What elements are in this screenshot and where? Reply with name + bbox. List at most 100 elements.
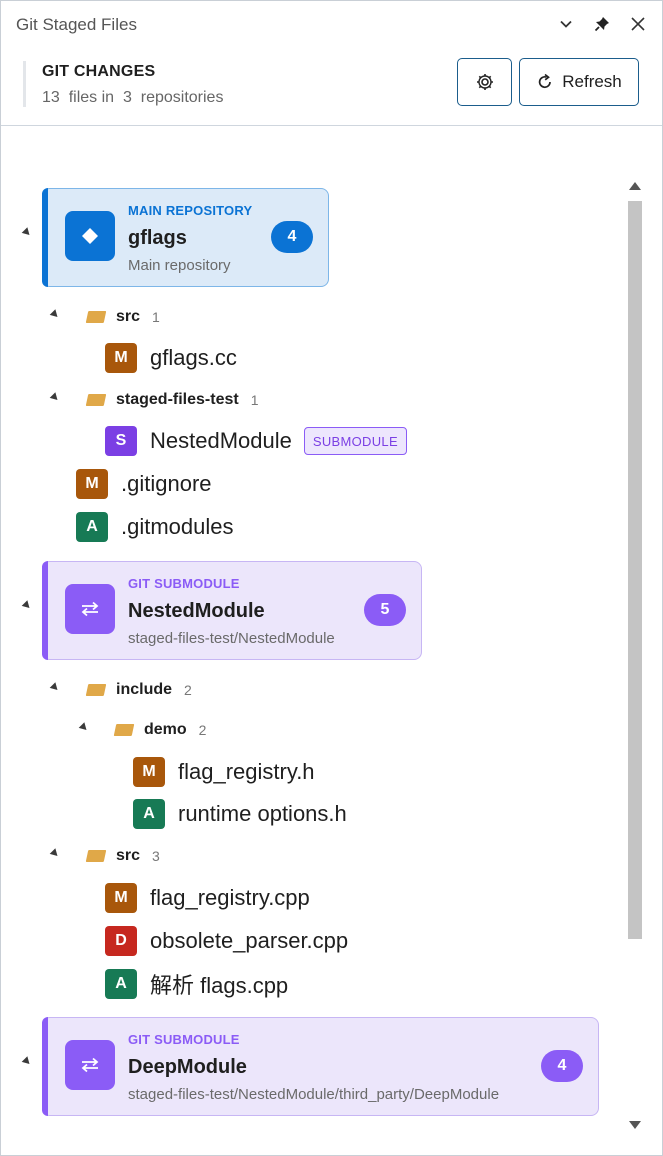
file-row-nestedmodule[interactable]: S NestedModule SUBMODULE	[105, 425, 407, 457]
refresh-icon	[539, 73, 552, 89]
diamond-icon	[82, 228, 98, 244]
refresh-button[interactable]: Refresh	[519, 58, 639, 106]
gear-icon	[476, 74, 493, 90]
scroll-up-arrow-icon[interactable]	[629, 182, 641, 190]
file-row-gitmodules[interactable]: A .gitmodules	[76, 511, 234, 543]
repos-label: repositories	[140, 89, 224, 106]
folder-src-2[interactable]: src 3	[85, 844, 160, 868]
vertical-scrollbar[interactable]	[622, 175, 650, 1141]
pin-button[interactable]	[591, 13, 613, 35]
file-row-parse-flags-cpp[interactable]: A 解析 flags.cpp	[105, 968, 288, 1000]
title-bar: Git Staged Files	[1, 1, 662, 49]
expand-caret-src-2[interactable]	[49, 848, 61, 859]
folder-demo[interactable]: demo 2	[113, 718, 207, 742]
files-label: files in	[68, 89, 115, 106]
repo-accent-bar	[42, 1017, 48, 1116]
status-badge: M	[133, 757, 165, 787]
status-badge: S	[105, 426, 137, 456]
repo-card-nestedmodule[interactable]: GIT SUBMODULE NestedModule staged-files-…	[42, 561, 422, 660]
folder-icon	[113, 724, 135, 736]
expand-caret-staged-files-test[interactable]	[49, 392, 61, 403]
repo-path: staged-files-test/NestedModule	[128, 630, 335, 647]
repo-count: 3	[122, 89, 132, 106]
folder-src[interactable]: src 1	[85, 305, 160, 329]
collapse-button[interactable]	[555, 13, 577, 35]
repo-path: staged-files-test/NestedModule/third_par…	[128, 1086, 500, 1103]
folder-icon	[85, 850, 107, 862]
status-badge: M	[105, 343, 137, 373]
expand-caret-include[interactable]	[49, 682, 61, 693]
file-name: .gitignore	[121, 471, 212, 496]
header-title: GIT CHANGES	[42, 63, 156, 80]
header-summary: 13 files in 3 repositories	[42, 89, 223, 107]
file-name: NestedModule	[150, 428, 292, 453]
status-badge: M	[105, 883, 137, 913]
folder-name: staged-files-test	[116, 391, 239, 408]
file-name: 解析 flags.cpp	[150, 973, 289, 998]
folder-name: include	[116, 681, 173, 698]
repo-name: NestedModule	[128, 600, 265, 622]
submodule-tag: SUBMODULE	[303, 427, 407, 455]
folder-icon	[85, 684, 107, 696]
settings-button[interactable]	[457, 58, 512, 106]
file-name: flag_registry.cpp	[150, 885, 310, 910]
folder-staged-files-test[interactable]: staged-files-test 1	[85, 388, 259, 412]
repo-accent-bar	[42, 188, 48, 287]
staged-files-tree: MAIN REPOSITORY gflags Main repository 4…	[1, 126, 621, 1155]
folder-count: 2	[184, 682, 192, 698]
file-row-gflags-cc[interactable]: M gflags.cc	[105, 342, 237, 374]
close-icon	[631, 17, 645, 31]
repo-icon	[65, 1040, 115, 1090]
status-badge: D	[105, 926, 137, 956]
file-row-gitignore[interactable]: M .gitignore	[76, 468, 212, 500]
expand-caret-deepmodule[interactable]	[21, 1056, 33, 1067]
repo-card-gflags[interactable]: MAIN REPOSITORY gflags Main repository 4	[42, 188, 329, 287]
folder-icon	[85, 311, 107, 323]
repo-kind: GIT SUBMODULE	[128, 576, 240, 591]
repo-icon	[65, 211, 115, 261]
file-name: .gitmodules	[121, 514, 234, 539]
repo-kind: GIT SUBMODULE	[128, 1032, 240, 1047]
folder-count: 1	[152, 309, 160, 325]
repo-card-deepmodule[interactable]: GIT SUBMODULE DeepModule staged-files-te…	[42, 1017, 599, 1116]
status-badge: A	[76, 512, 108, 542]
swap-arrows-icon	[81, 1057, 99, 1073]
pin-icon	[594, 17, 609, 32]
file-row-runtime-options-h[interactable]: A runtime options.h	[133, 798, 347, 830]
change-count-badge: 4	[541, 1050, 583, 1082]
header-accent	[23, 61, 26, 107]
change-count-badge: 4	[271, 221, 313, 253]
file-name: flag_registry.h	[178, 759, 315, 784]
file-count: 13	[42, 89, 60, 106]
close-button[interactable]	[627, 13, 649, 35]
folder-count: 2	[198, 722, 207, 738]
expand-caret-nestedmodule[interactable]	[21, 600, 33, 611]
status-badge: M	[76, 469, 108, 499]
file-name: obsolete_parser.cpp	[150, 928, 349, 953]
refresh-label: Refresh	[562, 72, 622, 91]
folder-icon	[85, 394, 107, 406]
file-row-flag-registry-h[interactable]: M flag_registry.h	[133, 756, 315, 788]
git-changes-header: GIT CHANGES 13 files in 3 repositories R…	[1, 49, 662, 126]
expand-caret-gflags[interactable]	[21, 227, 33, 238]
file-row-flag-registry-cpp[interactable]: M flag_registry.cpp	[105, 882, 310, 914]
folder-name: src	[116, 308, 141, 325]
scrollbar-thumb[interactable]	[628, 201, 642, 939]
expand-caret-src[interactable]	[49, 309, 61, 320]
repo-accent-bar	[42, 561, 48, 660]
folder-include[interactable]: include 2	[85, 678, 192, 702]
panel-title: Git Staged Files	[16, 15, 137, 34]
repo-name: gflags	[128, 227, 187, 249]
folder-count: 3	[152, 848, 160, 864]
status-badge: A	[133, 799, 165, 829]
folder-name: src	[116, 847, 141, 864]
scroll-down-arrow-icon[interactable]	[629, 1121, 641, 1129]
repo-icon	[65, 584, 115, 634]
folder-name: demo	[144, 721, 187, 738]
git-staged-files-panel: Git Staged Files GIT CHANGES 13 files in…	[0, 0, 663, 1156]
expand-caret-demo[interactable]	[78, 722, 90, 733]
chevron-down-icon	[560, 20, 572, 28]
file-row-obsolete-parser-cpp[interactable]: D obsolete_parser.cpp	[105, 925, 348, 957]
folder-count: 1	[250, 392, 259, 408]
file-name: runtime options.h	[178, 801, 347, 826]
